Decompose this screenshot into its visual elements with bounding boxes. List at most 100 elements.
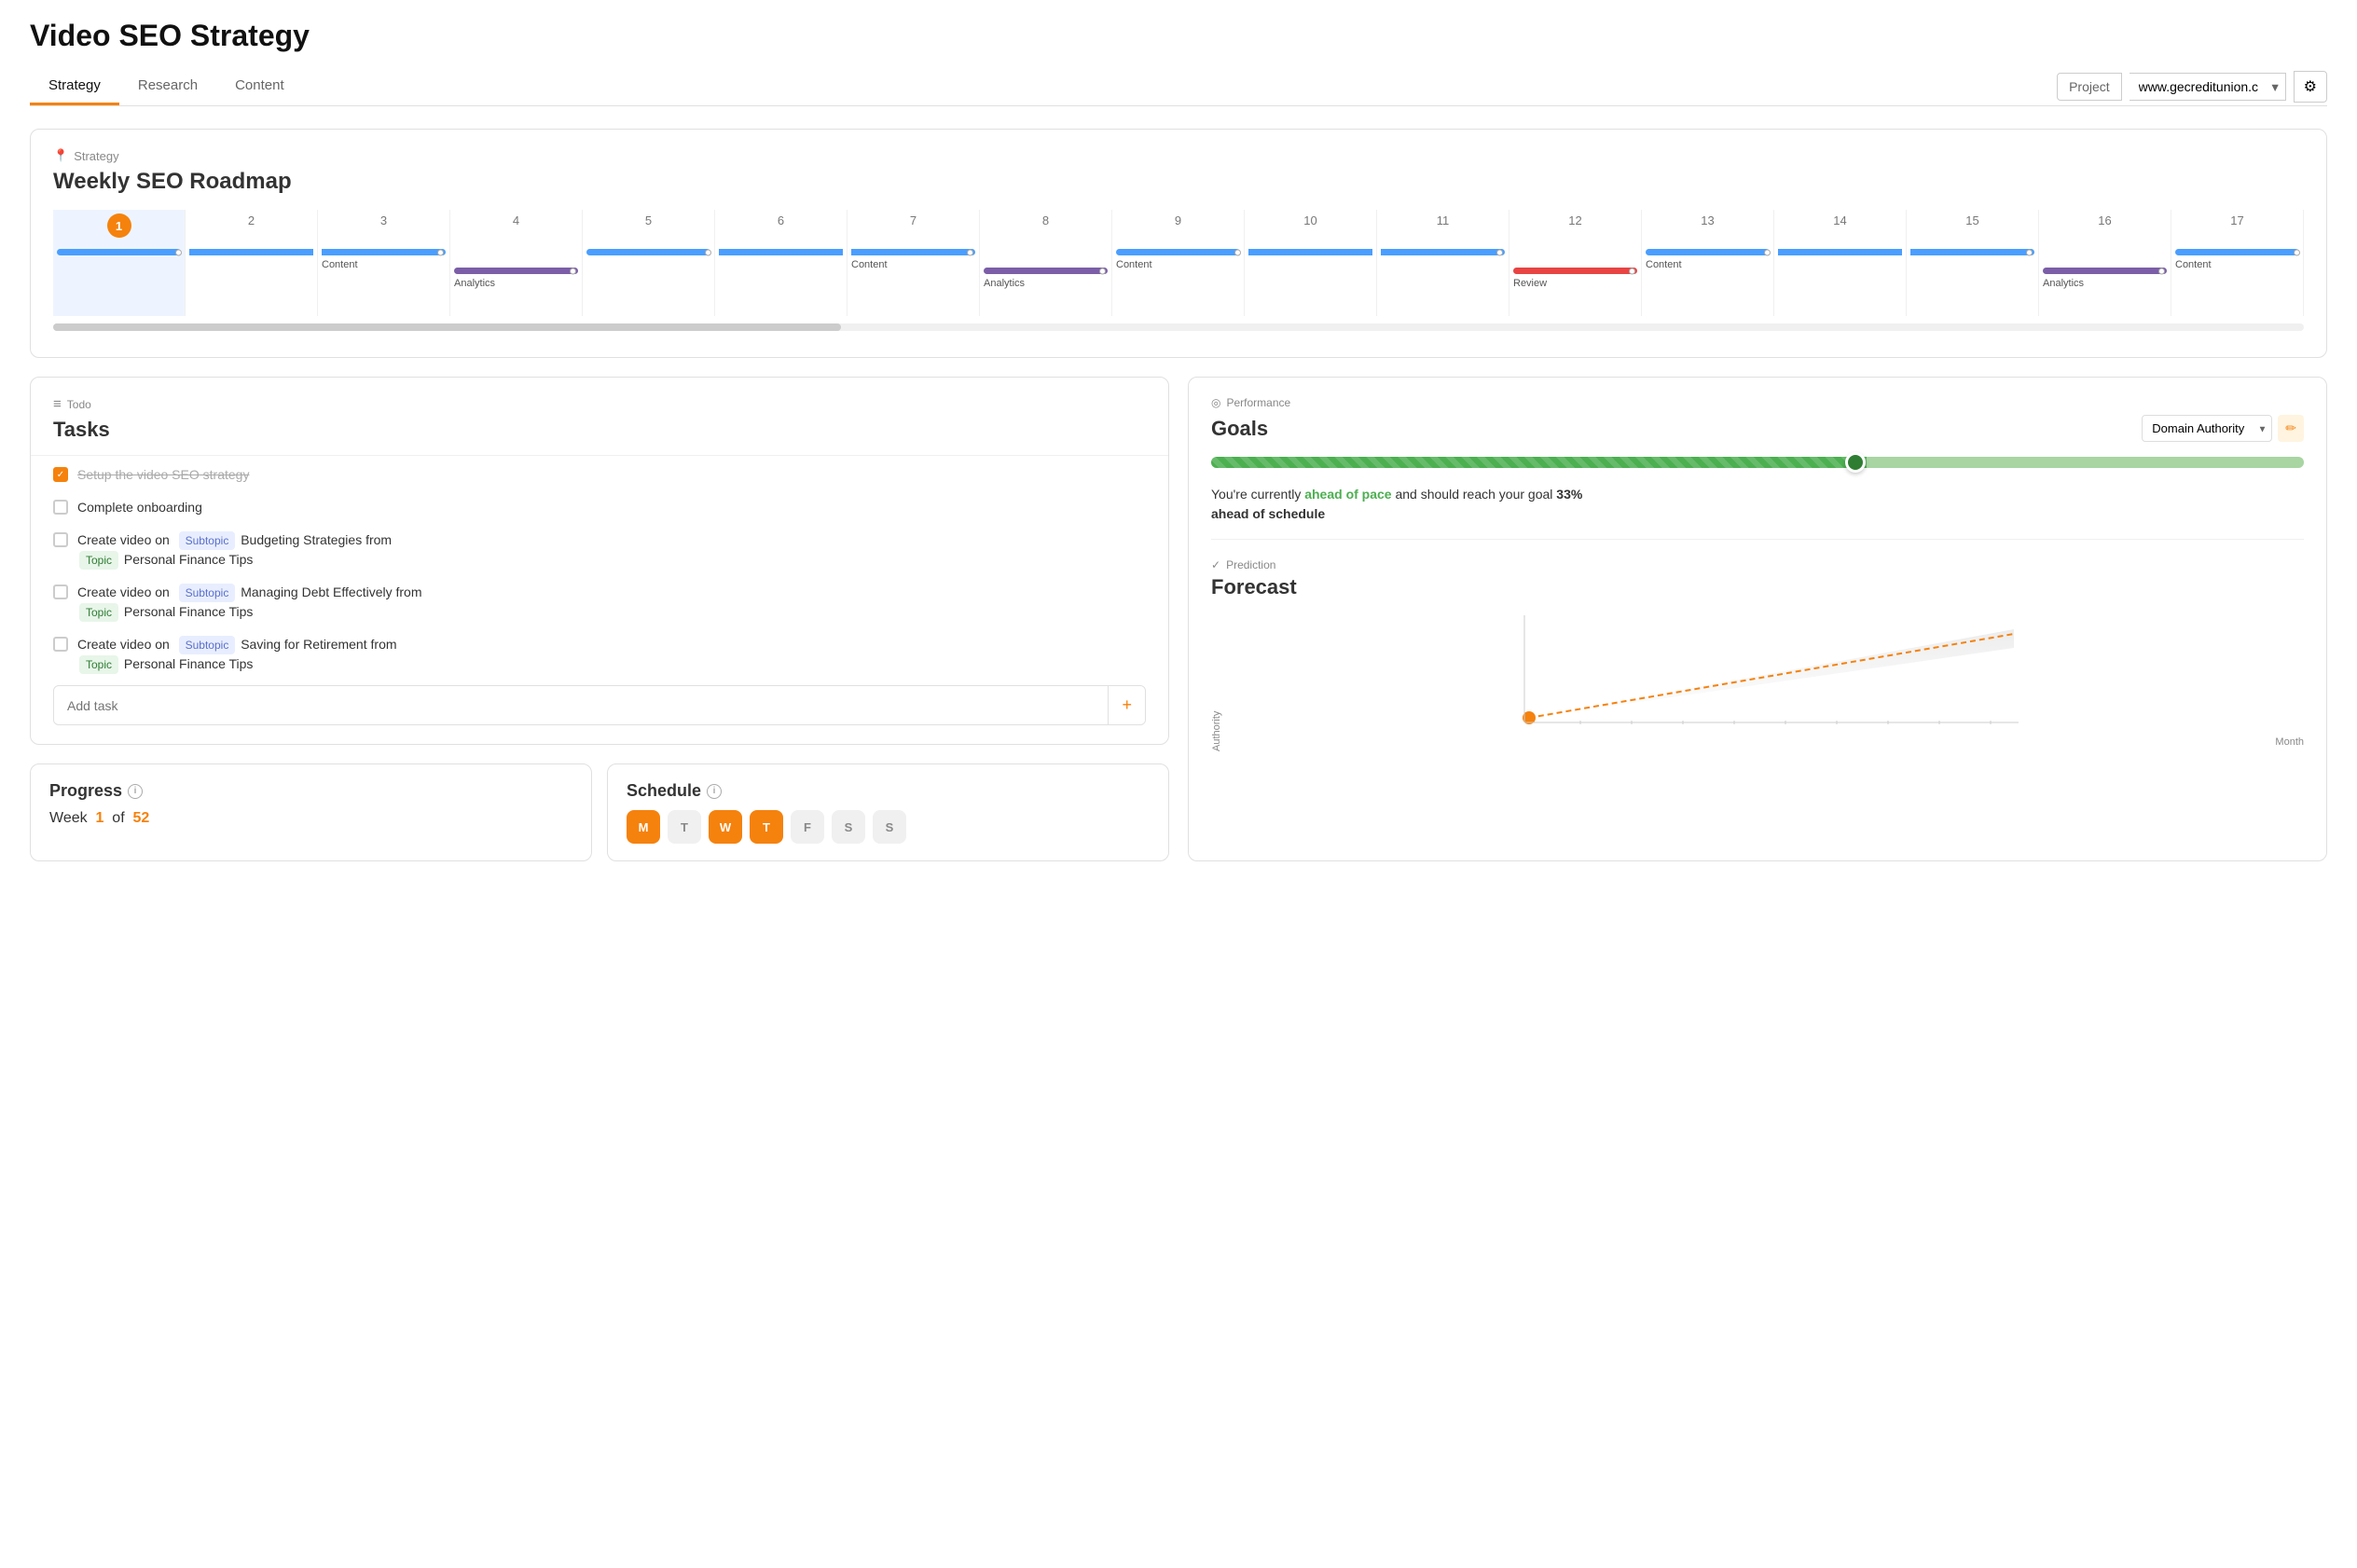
edit-goal-button[interactable]: ✏ — [2278, 415, 2304, 442]
task-text-1: Setup the video SEO strategy — [77, 465, 249, 485]
subtopic-value-4: Managing Debt Effectively — [241, 585, 395, 599]
perf-divider — [1211, 539, 2304, 540]
day-W[interactable]: W — [709, 810, 742, 844]
gantt-col-15: 15 — [1907, 210, 2039, 241]
perf-section-label: ◎ Performance — [1211, 396, 2304, 409]
badge-topic-5: Topic — [79, 655, 118, 674]
forecast-x-label: Month — [1239, 736, 2304, 748]
task-item-2: Complete onboarding — [53, 498, 1142, 517]
task-list: ✓ Setup the video SEO strategy Complete … — [53, 465, 1146, 674]
progress-title: Progress i — [49, 781, 572, 801]
domain-authority-select[interactable]: Domain Authority Traffic Rankings — [2142, 415, 2272, 442]
slider-thumb — [1845, 452, 1866, 473]
nav-right: Project www.gecreditunion.c ▾ ⚙ — [2057, 71, 2327, 103]
schedule-info-icon[interactable]: i — [707, 784, 722, 799]
schedule-card: Schedule i M T W T F S S — [607, 763, 1169, 861]
performance-icon: ◎ — [1211, 396, 1220, 409]
task-text-5: Create video on Subtopic Saving for Reti… — [77, 635, 397, 674]
page-title: Video SEO Strategy — [30, 19, 2327, 53]
badge-subtopic-4: Subtopic — [179, 584, 236, 602]
forecast-y-label: Authority — [1211, 611, 1222, 751]
topic-value-3: Personal Finance Tips — [124, 552, 254, 567]
forecast-title: Forecast — [1211, 575, 2304, 599]
gantt-cell-15 — [1907, 241, 2039, 316]
forecast-label: ✓ Prediction — [1211, 558, 2304, 571]
gantt-col-17: 17 — [2171, 210, 2304, 241]
day-F[interactable]: F — [791, 810, 824, 844]
gantt-col-3: 3 — [318, 210, 450, 241]
task-checkbox-2[interactable] — [53, 500, 68, 515]
project-select[interactable]: www.gecreditunion.c — [2130, 73, 2286, 101]
prediction-icon: ✓ — [1211, 558, 1220, 571]
slider-remaining — [1867, 457, 2304, 468]
task-text-4: Create video on Subtopic Managing Debt E… — [77, 583, 422, 622]
day-T1[interactable]: T — [668, 810, 701, 844]
gantt-cell-5 — [583, 241, 715, 316]
subtopic-value-5: Saving for Retirement — [241, 637, 370, 652]
gantt-cell-16: Analytics — [2039, 241, 2171, 316]
gantt-cell-2 — [186, 241, 318, 316]
badge-subtopic-3: Subtopic — [179, 531, 236, 550]
tab-content[interactable]: Content — [216, 68, 303, 105]
gantt-col-14: 14 — [1774, 210, 1907, 241]
progress-card: Progress i Week 1 of 52 — [30, 763, 592, 861]
gantt-cell-10 — [1245, 241, 1377, 316]
goal-slider[interactable] — [1211, 457, 2304, 475]
gantt-col-8: 8 — [980, 210, 1112, 241]
task-item-1: ✓ Setup the video SEO strategy — [53, 465, 1142, 485]
gantt-col-12: 12 — [1509, 210, 1642, 241]
task-item-4: Create video on Subtopic Managing Debt E… — [53, 583, 1142, 622]
gantt-col-13: 13 — [1642, 210, 1774, 241]
gear-button[interactable]: ⚙ — [2294, 71, 2327, 103]
day-S2[interactable]: S — [873, 810, 906, 844]
task-add-input[interactable] — [54, 689, 1108, 722]
gantt-scrollbar-track — [53, 323, 2304, 331]
forecast-svg — [1239, 611, 2304, 732]
gantt-body: Content Analytics — [53, 241, 2304, 316]
bottom-grid: ≡ Todo Tasks ✓ Setup the video SEO strat… — [30, 377, 2327, 861]
gantt-cell-4: Analytics — [450, 241, 583, 316]
gantt-cell-17: Content — [2171, 241, 2304, 316]
day-T2[interactable]: T — [750, 810, 783, 844]
left-column: ≡ Todo Tasks ✓ Setup the video SEO strat… — [30, 377, 1169, 861]
page-wrapper: Video SEO Strategy Strategy Research Con… — [0, 0, 2357, 1568]
gantt-col-9: 9 — [1112, 210, 1245, 241]
tab-research[interactable]: Research — [119, 68, 216, 105]
top-nav: Strategy Research Content Project www.ge… — [30, 68, 2327, 106]
topic-value-5: Personal Finance Tips — [124, 656, 254, 671]
task-checkbox-3[interactable] — [53, 532, 68, 547]
badge-topic-4: Topic — [79, 603, 118, 622]
goal-status: You're currently ahead of pace and shoul… — [1211, 485, 2304, 524]
gantt-header-row: 1 2 3 4 5 6 7 8 9 10 11 12 13 14 15 16 1… — [53, 210, 2304, 241]
performance-card: ◎ Performance Goals Domain Authority Tra… — [1188, 377, 2327, 861]
tasks-title: Tasks — [53, 418, 1146, 442]
task-checkbox-5[interactable] — [53, 637, 68, 652]
tab-strategy[interactable]: Strategy — [30, 68, 119, 105]
task-divider — [31, 455, 1168, 456]
perf-select-wrap: Domain Authority Traffic Rankings ▾ ✏ — [2142, 415, 2304, 442]
gantt-cell-7: Content — [848, 241, 980, 316]
gantt-col-2: 2 — [186, 210, 318, 241]
day-M[interactable]: M — [627, 810, 660, 844]
perf-select-container: Domain Authority Traffic Rankings ▾ — [2142, 415, 2272, 442]
project-label: Project — [2057, 73, 2122, 101]
progress-info-icon[interactable]: i — [128, 784, 143, 799]
gantt-cell-11 — [1377, 241, 1509, 316]
subtopic-value-3: Budgeting Strategies — [241, 532, 365, 547]
forecast-chart-wrap: Authority — [1211, 611, 2304, 770]
task-checkbox-4[interactable] — [53, 585, 68, 599]
gantt-cell-9: Content — [1112, 241, 1245, 316]
gantt-container[interactable]: 1 2 3 4 5 6 7 8 9 10 11 12 13 14 15 16 1… — [53, 210, 2304, 338]
task-item-3: Create video on Subtopic Budgeting Strat… — [53, 530, 1142, 570]
task-checkbox-1[interactable]: ✓ — [53, 467, 68, 482]
forecast-section: ✓ Prediction Forecast Authority — [1211, 558, 2304, 770]
task-text-2: Complete onboarding — [77, 498, 202, 517]
gantt-scrollbar-thumb — [53, 323, 841, 331]
schedule-title: Schedule i — [627, 781, 1150, 801]
slider-track — [1211, 457, 2304, 468]
gantt-col-7: 7 — [848, 210, 980, 241]
project-select-wrap: www.gecreditunion.c ▾ — [2130, 73, 2286, 101]
progress-schedule-grid: Progress i Week 1 of 52 Schedule i — [30, 763, 1169, 861]
task-add-button[interactable]: + — [1108, 686, 1145, 724]
day-S1[interactable]: S — [832, 810, 865, 844]
